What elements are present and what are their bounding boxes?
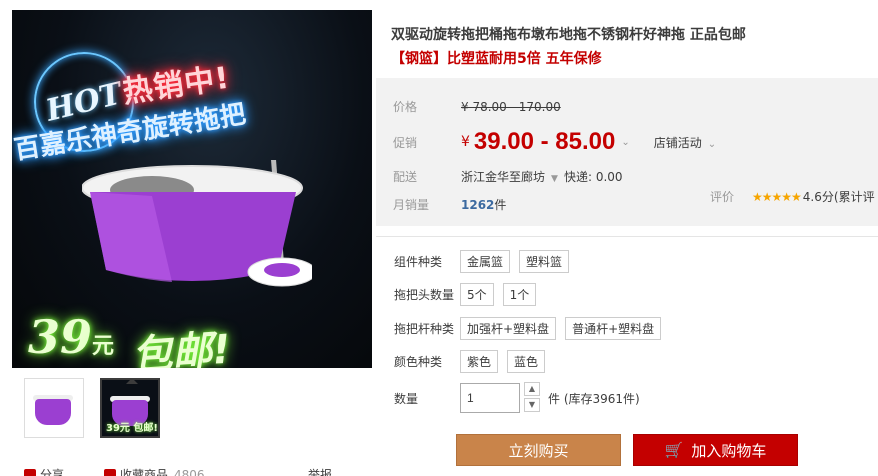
sales-unit: 件 [494,198,507,212]
ship-to-word: 至 [509,170,522,184]
original-price-row: 价格 ¥ 78.00 - 170.00 [393,98,561,115]
main-product-image[interactable]: HOT 热销中! 百嘉乐神奇旋转拖把 39元 包邮! [12,10,372,368]
mop-bucket-illustration [81,10,317,290]
option-purple[interactable]: 紫色 [460,350,499,373]
original-price: ¥ 78.00 - 170.00 [461,99,561,114]
option-label: 颜色种类 [394,355,443,369]
rating-stars-icon: ★★★★★ [752,189,802,204]
product-gallery: HOT 热销中! 百嘉乐神奇旋转拖把 39元 包邮! 39元 包邮! 分享 收藏… [12,10,372,476]
option-1-head[interactable]: 1个 [502,283,537,306]
price-label: 价格 [393,100,418,114]
option-label: 组件种类 [394,255,443,269]
option-reinforced-pole[interactable]: 加强杆+塑料盘 [460,317,557,340]
option-5-heads[interactable]: 5个 [460,283,494,306]
option-label: 拖把头数量 [394,288,455,302]
buy-now-label: 立刻购买 [508,441,569,460]
shipping-row: 配送 浙江金华 至 廊坊 ▼ 快递: 0.00 [393,168,623,185]
shop-activity-dropdown[interactable]: 店铺活动 ⌄ [654,134,716,151]
sales-count: 1262 [461,197,495,212]
quantity-input[interactable] [460,383,520,413]
price-neon-unit: 元 [92,333,115,359]
buy-now-button[interactable]: 立刻购买 [456,434,621,466]
chevron-down-icon[interactable]: ⌄ [621,137,629,148]
rating-value: 4.6分(累计评 [802,190,875,204]
thumbnail-2[interactable]: 39元 包邮! [100,378,160,438]
thumb-bucket [35,399,71,425]
favorite-count: 4806 [174,467,205,476]
section-divider [376,236,878,237]
option-label: 拖把杆种类 [394,322,455,336]
add-to-cart-label: 加入购物车 [691,441,767,460]
promo-price: 39.00 - 85.00 [473,128,616,155]
favorite-link[interactable]: 收藏商品 4806 [104,466,205,476]
ship-to: 廊坊 [521,170,546,184]
promo-label: 促销 [393,135,418,150]
ship-to-dropdown[interactable]: 廊坊 ▼ [521,168,564,185]
free-shipping-neon-text: 包邮! [130,326,233,368]
share-label: 分享 [40,468,65,476]
price-neon-text: 39元 [28,310,114,364]
quantity-down-button[interactable]: ▼ [524,398,540,412]
favorite-icon [104,468,117,476]
share-link[interactable]: 分享 [24,466,64,476]
option-row-basket: 组件种类 金属篮 塑料篮 [394,250,578,273]
thumbnail-strip: 39元 包邮! [24,378,160,438]
quantity-row: 数量 ▲ ▼ 件 (库存3961件) [394,382,640,414]
quantity-up-button[interactable]: ▲ [524,382,540,396]
sales-row: 月销量 1262 件 [393,196,506,213]
option-metal-basket[interactable]: 金属篮 [460,250,511,273]
option-row-color: 颜色种类 紫色 蓝色 [394,350,554,373]
product-subtitle: 【钢篮】比塑蓝耐用5倍 五年保修 [391,51,602,67]
option-row-pole: 拖把杆种类 加强杆+塑料盘 普通杆+塑料盘 [394,317,670,340]
sales-label: 月销量 [393,198,430,212]
option-normal-pole[interactable]: 普通杆+塑料盘 [565,317,662,340]
share-icon [24,468,36,476]
quantity-stepper: ▲ ▼ [524,382,540,414]
stock-info: 件 (库存3961件) [548,391,640,406]
currency-symbol: ¥ [461,134,470,150]
rating-row[interactable]: 评价 ★★★★★ 4.6分(累计评 [710,188,875,205]
favorite-label: 收藏商品 [120,468,169,476]
product-title: 双驱动旋转拖把桶拖布墩布地拖不锈钢杆好神拖 正品包邮 [391,27,746,43]
caret-down-icon: ▼ [551,174,558,184]
ship-from: 浙江金华 [461,170,510,184]
shop-activity-label: 店铺活动 [653,135,702,150]
report-link[interactable]: 举报 [308,466,332,476]
thumb-text: 39元 包邮! [106,423,158,434]
option-blue[interactable]: 蓝色 [507,350,546,373]
rating-label: 评价 [710,190,735,204]
thumbnail-1[interactable] [24,378,84,438]
option-plastic-basket[interactable]: 塑料篮 [519,250,570,273]
report-label: 举报 [307,468,332,476]
price-neon-number: 39 [28,310,93,364]
ship-fee: 快递: 0.00 [563,170,623,184]
promo-price-row: 促销 ¥ 39.00 - 85.00 ⌄ 店铺活动 ⌄ [393,128,716,156]
gallery-actions: 分享 收藏商品 4806 举报 [24,466,372,476]
cart-icon: 🛒 [664,441,684,459]
chevron-down-icon: ⌄ [707,138,717,150]
add-to-cart-button[interactable]: 🛒 加入购物车 [633,434,798,466]
option-row-mop-heads: 拖把头数量 5个 1个 [394,283,545,306]
ship-label: 配送 [393,170,418,184]
quantity-label: 数量 [394,391,419,406]
product-detail: 双驱动旋转拖把桶拖布墩布地拖不锈钢杆好神拖 正品包邮 【钢篮】比塑蓝耐用5倍 五… [373,10,878,476]
